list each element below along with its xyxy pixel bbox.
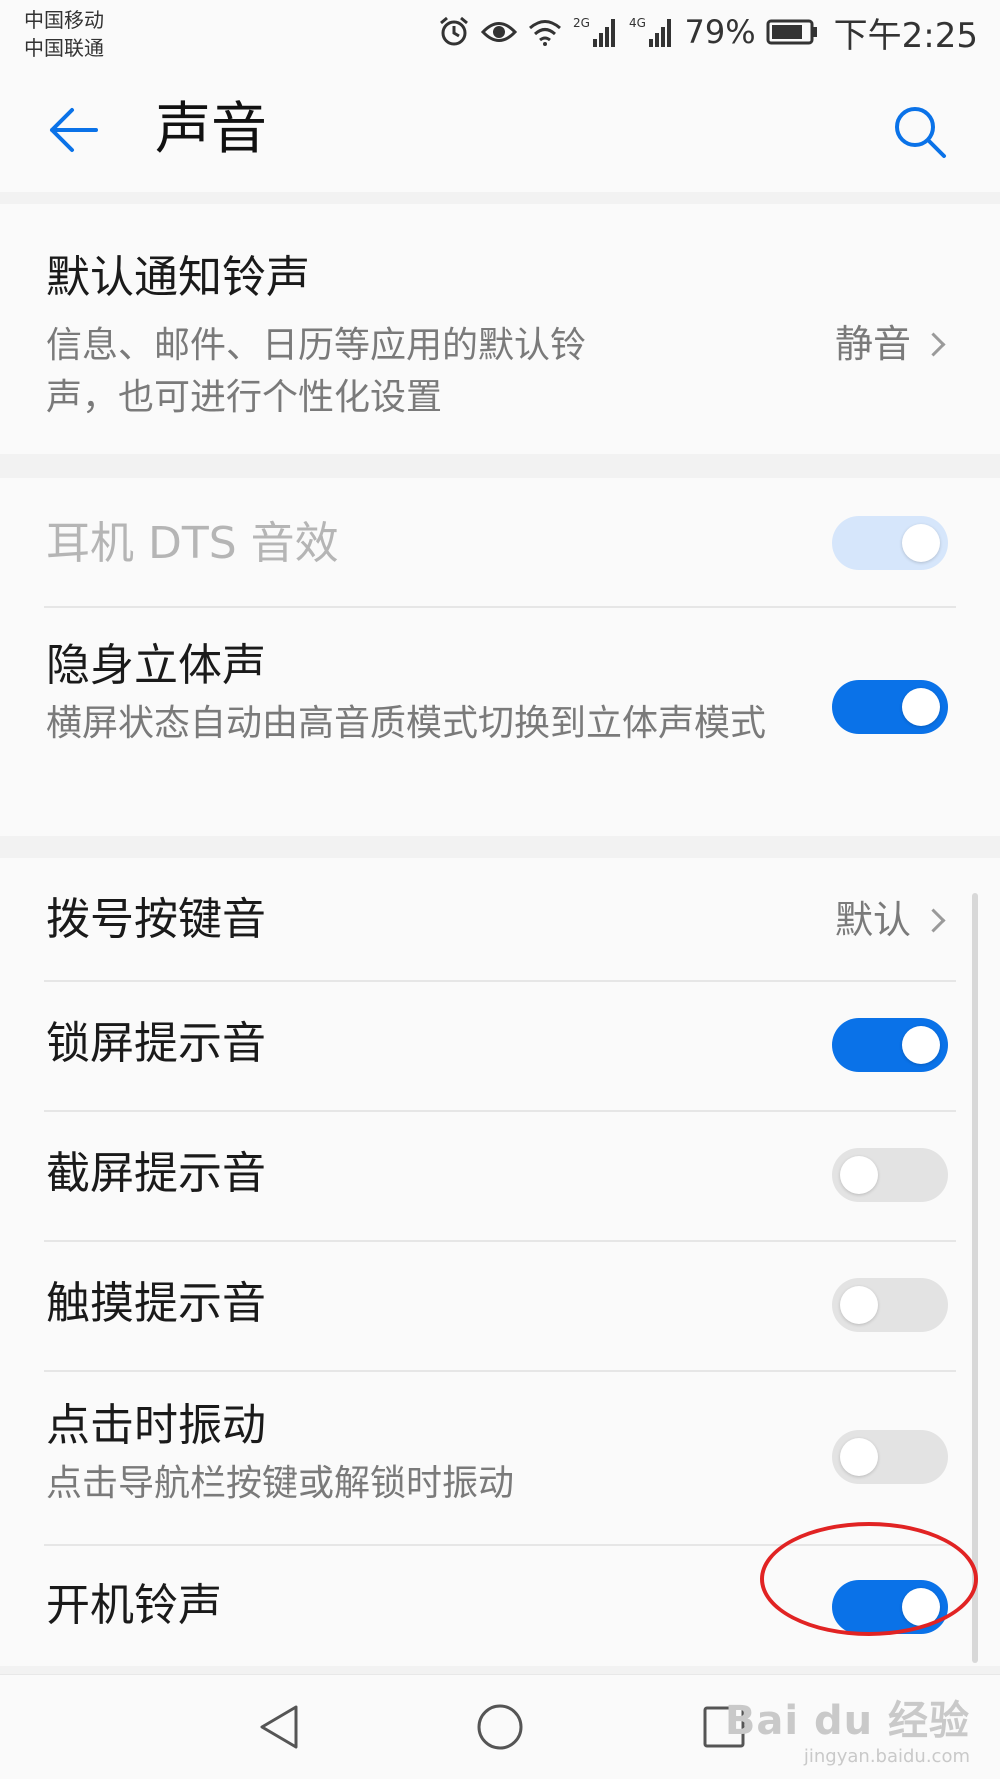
watermark-brand: Bai du 经验	[724, 1698, 970, 1744]
default-notification-ringtone-row[interactable]: 默认通知铃声 信息、邮件、日历等应用的默认铃声，也可进行个性化设置 静音	[0, 204, 1000, 454]
signal-2g-icon: 2G	[573, 15, 619, 49]
screenshot-sound-toggle[interactable]	[832, 1148, 948, 1202]
dts-toggle	[832, 516, 948, 570]
row-title: 锁屏提示音	[46, 1018, 266, 1069]
nav-back-icon	[260, 1705, 298, 1749]
arrow-left-icon	[50, 108, 98, 152]
toggle-knob	[902, 524, 940, 562]
tap-vibrate-row[interactable]: 点击时振动 点击导航栏按键或解锁时振动	[0, 1372, 1000, 1544]
row-title: 触摸提示音	[46, 1278, 266, 1329]
scrollbar[interactable]	[972, 893, 978, 1663]
audio-effects-card: 耳机 DTS 音效 隐身立体声 横屏状态自动由高音质模式切换到立体声模式	[0, 478, 1000, 836]
chevron-right-icon	[921, 907, 946, 933]
carrier-1: 中国移动	[24, 8, 104, 32]
search-button[interactable]	[890, 102, 950, 162]
nav-back-button[interactable]	[252, 1699, 308, 1755]
network-2-label: 4G	[629, 16, 646, 30]
search-icon	[895, 107, 946, 158]
carrier-2: 中国联通	[24, 36, 104, 60]
row-title: 点击时振动	[46, 1400, 266, 1451]
row-title: 耳机 DTS 音效	[46, 518, 339, 569]
page-title: 声音	[155, 97, 267, 162]
row-value: 默认	[834, 896, 946, 944]
dts-effect-row: 耳机 DTS 音效	[0, 478, 1000, 608]
row-title: 默认通知铃声	[46, 252, 310, 303]
status-bar: 中国移动 中国联通 2G 4G 79% 下午2:25	[0, 0, 1000, 62]
stereo-toggle[interactable]	[832, 680, 948, 734]
row-value: 静音	[834, 320, 946, 368]
signal-4g-icon: 4G	[629, 15, 675, 49]
dial-tone-row[interactable]: 拨号按键音 默认	[0, 858, 1000, 980]
row-title: 隐身立体声	[46, 640, 266, 691]
row-description: 横屏状态自动由高音质模式切换到立体声模式	[46, 703, 767, 744]
chevron-right-icon	[921, 331, 946, 357]
watermark-url: jingyan.baidu.com	[803, 1746, 970, 1767]
battery-icon	[766, 18, 818, 46]
tap-vibrate-toggle[interactable]	[832, 1430, 948, 1484]
row-title: 拨号按键音	[46, 894, 266, 945]
clock-time: 下午2:25	[833, 15, 978, 56]
row-description: 点击导航栏按键或解锁时振动	[46, 1463, 515, 1504]
toggle-knob	[902, 1026, 940, 1064]
battery-percent: 79%	[684, 13, 756, 51]
value-label: 默认	[834, 898, 911, 942]
row-title: 开机铃声	[46, 1580, 222, 1631]
status-icons: 2G 4G 79% 下午2:25	[437, 12, 978, 56]
stealth-stereo-row[interactable]: 隐身立体声 横屏状态自动由高音质模式切换到立体声模式	[0, 608, 1000, 836]
toggle-knob	[840, 1286, 878, 1324]
value-label: 静音	[834, 322, 911, 366]
annotation-circle	[760, 1522, 978, 1636]
toggle-knob	[840, 1438, 878, 1476]
notification-card: 默认通知铃声 信息、邮件、日历等应用的默认铃声，也可进行个性化设置 静音	[0, 204, 1000, 454]
lock-sound-row[interactable]: 锁屏提示音	[0, 982, 1000, 1110]
network-1-label: 2G	[573, 16, 590, 30]
lock-sound-toggle[interactable]	[832, 1018, 948, 1072]
touch-sound-toggle[interactable]	[832, 1278, 948, 1332]
screenshot-sound-row[interactable]: 截屏提示音	[0, 1112, 1000, 1240]
eye-icon	[480, 17, 517, 47]
toggle-knob	[840, 1156, 878, 1194]
nav-home-icon	[477, 1704, 523, 1750]
toggle-knob	[902, 688, 940, 726]
touch-sound-row[interactable]: 触摸提示音	[0, 1242, 1000, 1370]
nav-home-button[interactable]	[472, 1699, 528, 1755]
baidu-watermark: Bai du 经验 jingyan.baidu.com	[725, 1688, 970, 1767]
alarm-icon	[437, 15, 471, 49]
row-description: 信息、邮件、日历等应用的默认铃声，也可进行个性化设置	[46, 325, 587, 418]
wifi-icon	[527, 17, 563, 47]
back-button[interactable]	[44, 102, 104, 158]
row-title: 截屏提示音	[46, 1148, 266, 1199]
app-bar: 声音	[0, 62, 1000, 192]
